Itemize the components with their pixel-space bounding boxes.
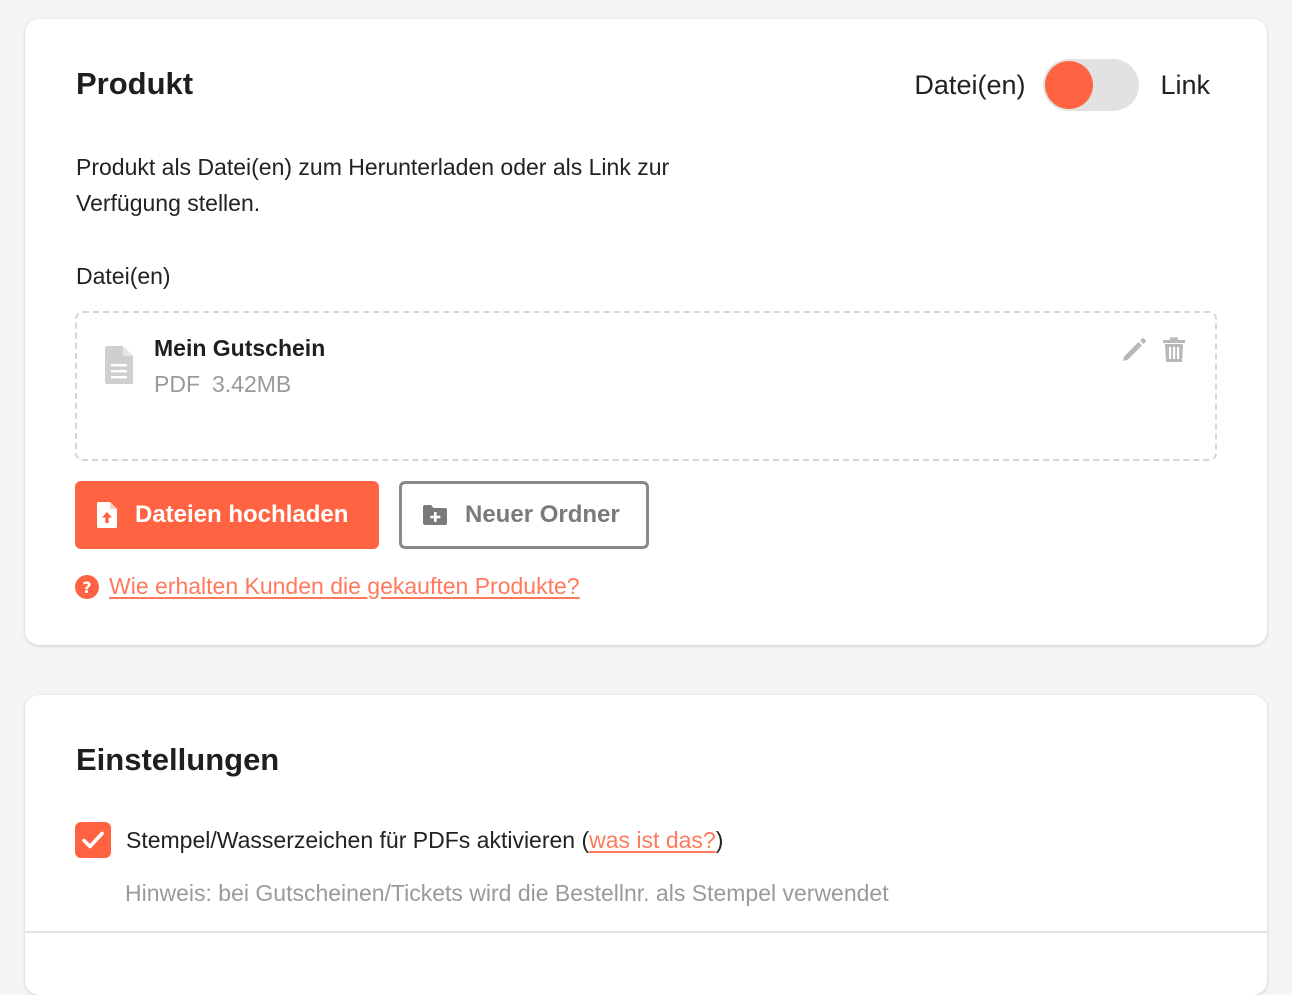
delivery-type-toggle-group: Datei(en) Link xyxy=(914,58,1210,112)
help-row: ? Wie erhalten Kunden die gekauften Prod… xyxy=(75,573,580,600)
settings-title: Einstellungen xyxy=(76,742,280,777)
watermark-setting: Stempel/Wasserzeichen für PDFs aktiviere… xyxy=(75,822,723,858)
product-description: Produkt als Datei(en) zum Herunterladen … xyxy=(76,154,670,216)
watermark-checkbox[interactable] xyxy=(75,822,111,858)
upload-files-label: Dateien hochladen xyxy=(135,501,349,528)
files-section-label: Datei(en) xyxy=(76,263,171,289)
file-icon xyxy=(105,346,133,384)
file-name: Mein Gutschein xyxy=(154,335,326,361)
new-folder-label: Neuer Ordner xyxy=(465,501,620,528)
watermark-label-close: ) xyxy=(715,826,724,853)
pencil-icon[interactable] xyxy=(1121,337,1147,363)
delivery-type-toggle[interactable] xyxy=(1043,59,1140,111)
checkmark-icon xyxy=(82,831,104,849)
toggle-label-files[interactable]: Datei(en) xyxy=(914,70,1025,101)
upload-files-button[interactable]: Dateien hochladen xyxy=(75,481,379,549)
file-type: PDF xyxy=(154,371,200,397)
toggle-knob xyxy=(1045,61,1094,109)
help-link[interactable]: Wie erhalten Kunden die gekauften Produk… xyxy=(109,573,580,600)
folder-plus-icon xyxy=(423,505,447,525)
settings-card: Einstellungen Stempel/Wasserzeichen für … xyxy=(25,695,1267,995)
watermark-info-link[interactable]: was ist das? xyxy=(589,827,716,853)
file-size: 3.42MB xyxy=(212,371,292,397)
file-meta: PDF 3.42MB xyxy=(154,371,291,398)
product-card: Produkt Datei(en) Link Produkt als Datei… xyxy=(25,19,1267,645)
watermark-label: Stempel/Wasserzeichen für PDFs aktiviere… xyxy=(126,827,723,854)
watermark-label-text: Stempel/Wasserzeichen für PDFs aktiviere… xyxy=(126,826,590,853)
settings-divider xyxy=(25,931,1267,933)
toggle-label-link[interactable]: Link xyxy=(1160,70,1210,101)
new-folder-button[interactable]: Neuer Ordner xyxy=(399,481,649,549)
file-list-dropzone[interactable]: Mein Gutschein PDF 3.42MB xyxy=(75,311,1217,461)
svg-text:?: ? xyxy=(82,578,91,597)
trash-icon[interactable] xyxy=(1161,337,1187,363)
product-title: Produkt xyxy=(76,66,194,101)
watermark-hint: Hinweis: bei Gutscheinen/Tickets wird di… xyxy=(125,880,889,906)
file-upload-icon xyxy=(97,502,117,528)
question-circle-icon: ? xyxy=(75,574,99,599)
